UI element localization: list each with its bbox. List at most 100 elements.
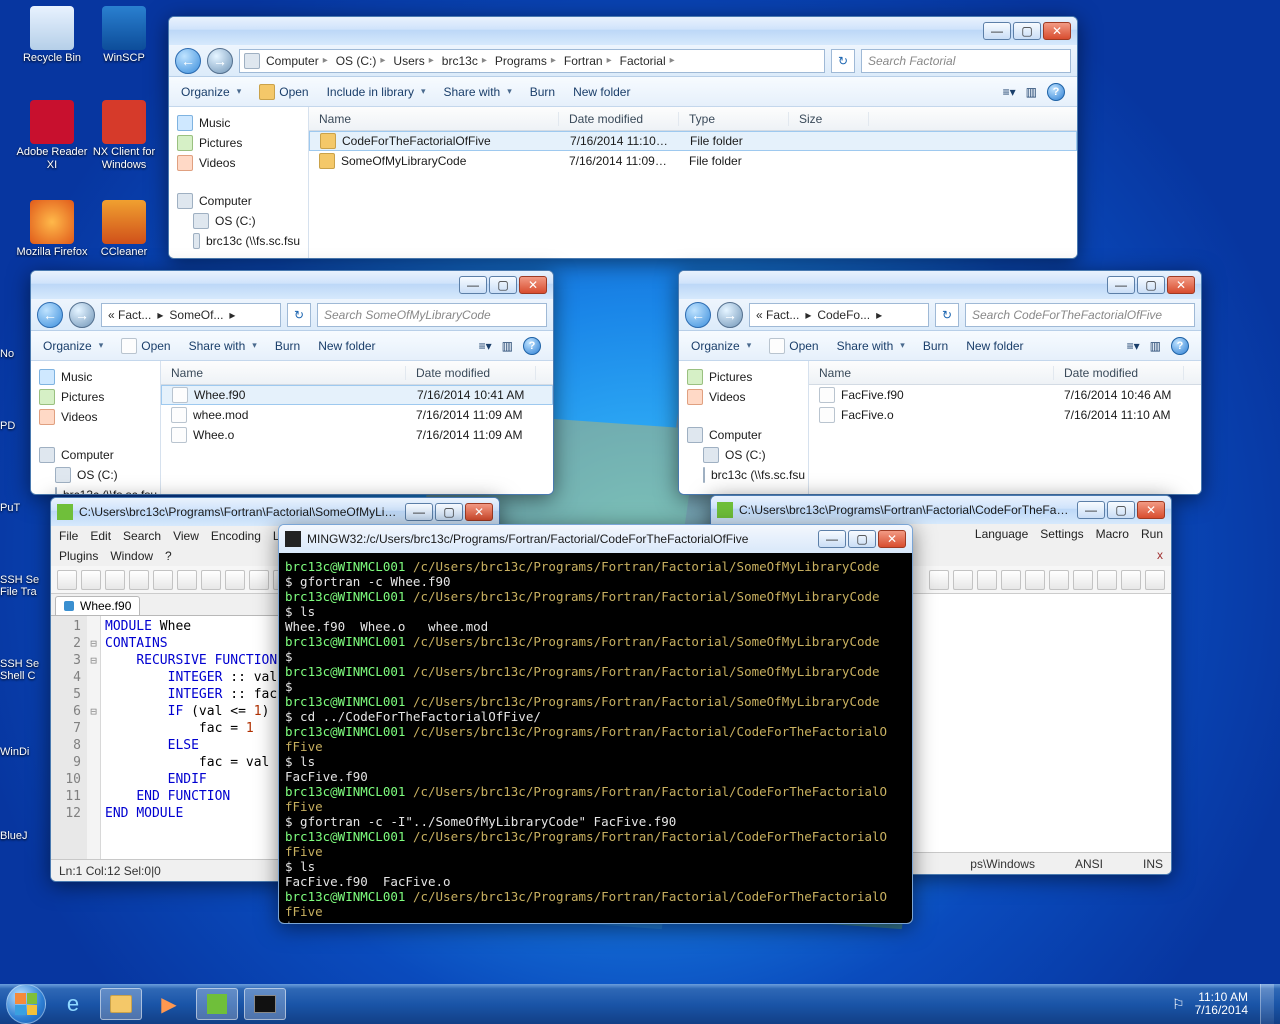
desktop-icon-ccleaner[interactable]: CCleaner [88, 200, 160, 259]
show-desktop-button[interactable] [1260, 984, 1274, 1024]
breadcrumb[interactable]: Computer▸ OS (C:)▸ Users▸ brc13c▸ Progra… [239, 49, 825, 73]
open-button[interactable]: Open [259, 84, 308, 100]
view-options-icon[interactable]: ≡▾ [1127, 339, 1140, 353]
tray-flag-icon[interactable]: ⚐ [1172, 996, 1185, 1013]
nav-back-button[interactable]: ← [685, 302, 711, 328]
burn-button[interactable]: Burn [923, 339, 948, 353]
tab-close-icon[interactable]: x [1157, 548, 1163, 562]
menu-file[interactable]: File [59, 529, 78, 543]
menu-edit[interactable]: Edit [90, 529, 111, 543]
file-list[interactable]: Name Date modified Whee.f907/16/2014 10:… [161, 361, 553, 494]
burn-button[interactable]: Burn [530, 85, 555, 99]
maximize-button[interactable]: ▢ [1107, 501, 1135, 519]
tool-icon[interactable] [1121, 570, 1141, 590]
desktop-icon-nx[interactable]: NX Client for Windows [88, 100, 160, 172]
burn-button[interactable]: Burn [275, 339, 300, 353]
minimize-button[interactable]: — [1107, 276, 1135, 294]
menu-encoding[interactable]: Encoding [211, 529, 261, 543]
clock[interactable]: 11:10 AM7/16/2014 [1195, 991, 1248, 1017]
menu-plugins[interactable]: Plugins [59, 549, 98, 563]
fold-gutter[interactable]: ⊟⊟⊟ [87, 616, 101, 859]
file-row[interactable]: FacFive.f907/16/2014 10:46 AM [809, 385, 1201, 405]
menu-item[interactable]: Settings [1040, 527, 1083, 541]
close-button[interactable]: ✕ [1137, 501, 1165, 519]
minimize-button[interactable]: — [983, 22, 1011, 40]
minimize-button[interactable]: — [1077, 501, 1105, 519]
explorer-window-codeforfac[interactable]: —▢✕ ← → « Fact...▸ CodeFo...▸ ↻ Search C… [678, 270, 1202, 495]
col-name[interactable]: Name [161, 366, 406, 380]
open-button[interactable]: Open [121, 338, 170, 354]
nav-forward-button[interactable]: → [69, 302, 95, 328]
col-date[interactable]: Date modified [1054, 366, 1184, 380]
tool-icon[interactable] [1001, 570, 1021, 590]
refresh-button[interactable]: ↻ [831, 49, 855, 73]
maximize-button[interactable]: ▢ [435, 503, 463, 521]
col-type[interactable]: Type [679, 112, 789, 126]
desktop-icon-adobe[interactable]: Adobe Reader XI [16, 100, 88, 172]
col-date[interactable]: Date modified [559, 112, 679, 126]
file-list[interactable]: Name Date modified Type Size CodeForTheF… [309, 107, 1077, 258]
close-button[interactable]: ✕ [1043, 22, 1071, 40]
desktop-icon-firefox[interactable]: Mozilla Firefox [16, 200, 88, 259]
menu-item[interactable]: Language [975, 527, 1028, 541]
tool-icon[interactable] [249, 570, 269, 590]
close-button[interactable]: ✕ [1167, 276, 1195, 294]
file-row[interactable]: FacFive.o7/16/2014 11:10 AM [809, 405, 1201, 425]
taskbar-terminal-icon[interactable] [244, 988, 286, 1020]
newfolder-button[interactable]: New folder [318, 339, 375, 353]
maximize-button[interactable]: ▢ [1137, 276, 1165, 294]
tool-icon[interactable] [201, 570, 221, 590]
menu-window[interactable]: Window [110, 549, 153, 563]
help-button[interactable]: ? [1047, 83, 1065, 101]
explorer-window-someofmylib[interactable]: —▢✕ ← → « Fact...▸ SomeOf...▸ ↻ Search S… [30, 270, 554, 495]
tool-icon[interactable] [129, 570, 149, 590]
terminal-window[interactable]: MINGW32:/c/Users/brc13c/Programs/Fortran… [278, 524, 913, 924]
editor-tab[interactable]: Whee.f90 [55, 596, 140, 615]
menu-view[interactable]: View [173, 529, 199, 543]
preview-pane-icon[interactable]: ▥ [502, 339, 513, 353]
open-button[interactable]: Open [769, 338, 818, 354]
file-row[interactable]: Whee.f907/16/2014 10:41 AM [161, 385, 553, 405]
tool-icon[interactable] [225, 570, 245, 590]
tool-icon[interactable] [57, 570, 77, 590]
nav-back-button[interactable]: ← [37, 302, 63, 328]
help-button[interactable]: ? [523, 337, 541, 355]
file-list[interactable]: NameDate modified FacFive.f907/16/2014 1… [809, 361, 1201, 494]
tool-icon[interactable] [1025, 570, 1045, 590]
close-button[interactable]: ✕ [465, 503, 493, 521]
organize-menu[interactable]: Organize [691, 339, 751, 353]
terminal-body[interactable]: brc13c@WINMCL001 /c/Users/brc13c/Program… [279, 553, 912, 923]
col-name[interactable]: Name [309, 112, 559, 126]
tool-icon[interactable] [1049, 570, 1069, 590]
organize-menu[interactable]: Organize [43, 339, 103, 353]
help-button[interactable]: ? [1171, 337, 1189, 355]
tool-icon[interactable] [81, 570, 101, 590]
tool-icon[interactable] [977, 570, 997, 590]
taskbar-ie-icon[interactable]: e [52, 988, 94, 1020]
tool-icon[interactable] [953, 570, 973, 590]
nav-forward-button[interactable]: → [717, 302, 743, 328]
maximize-button[interactable]: ▢ [848, 530, 876, 548]
explorer-window-factorial[interactable]: — ▢ ✕ ← → Computer▸ OS (C:)▸ Users▸ brc1… [168, 16, 1078, 259]
taskbar[interactable]: e ▶ ⚐ 11:10 AM7/16/2014 [0, 984, 1280, 1024]
tool-icon[interactable] [929, 570, 949, 590]
file-row[interactable]: SomeOfMyLibraryCode 7/16/2014 11:09 AM F… [309, 151, 1077, 171]
organize-menu[interactable]: Organize [181, 85, 241, 99]
view-options-icon[interactable]: ≡▾ [479, 339, 492, 353]
system-tray[interactable]: ⚐ 11:10 AM7/16/2014 [1172, 991, 1254, 1017]
view-options-icon[interactable]: ≡▾ [1003, 85, 1016, 99]
tool-icon[interactable] [105, 570, 125, 590]
newfolder-button[interactable]: New folder [966, 339, 1023, 353]
refresh-button[interactable]: ↻ [287, 303, 311, 327]
close-button[interactable]: ✕ [878, 530, 906, 548]
desktop-icon-recycle-bin[interactable]: Recycle Bin [16, 6, 88, 65]
refresh-button[interactable]: ↻ [935, 303, 959, 327]
nav-pane[interactable]: Music Pictures Videos Computer OS (C:) b… [169, 107, 309, 258]
menu-item[interactable]: Run [1141, 527, 1163, 541]
share-menu[interactable]: Share with [837, 339, 905, 353]
nav-pane[interactable]: Music Pictures Videos Computer OS (C:) b… [31, 361, 161, 494]
tool-icon[interactable] [177, 570, 197, 590]
file-row[interactable]: whee.mod7/16/2014 11:09 AM [161, 405, 553, 425]
close-button[interactable]: ✕ [519, 276, 547, 294]
desktop-icon-winscp[interactable]: WinSCP [88, 6, 160, 65]
